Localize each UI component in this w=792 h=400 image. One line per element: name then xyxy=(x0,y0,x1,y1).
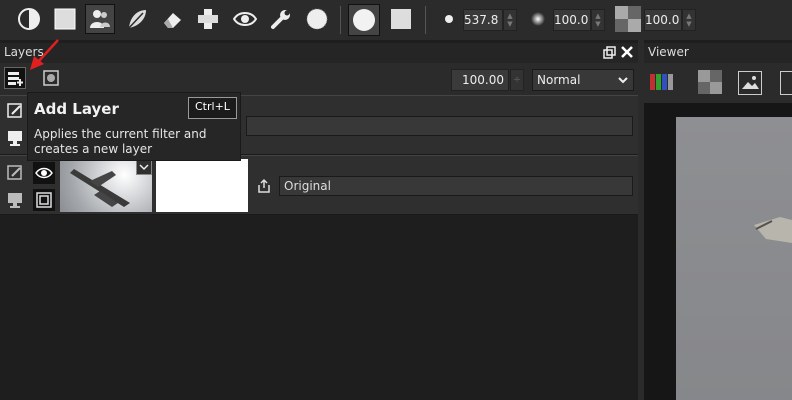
viewer-toolbar xyxy=(644,63,792,103)
close-icon[interactable] xyxy=(620,45,634,59)
layer-name-field[interactable]: Original xyxy=(279,176,633,196)
hardness-stepper[interactable]: ▲ ▼ xyxy=(591,9,605,31)
layer-opacity-stepper[interactable]: ÷ xyxy=(510,69,524,91)
layer-name-field[interactable] xyxy=(246,116,633,136)
tooltip-shortcut: Ctrl+L xyxy=(188,97,237,119)
visibility-eye-icon[interactable] xyxy=(33,162,55,184)
layers-panel-header: Layers xyxy=(0,43,638,63)
gray-square-icon[interactable] xyxy=(50,4,80,34)
chevron-down-icon[interactable] xyxy=(136,159,152,175)
feather-icon[interactable] xyxy=(122,4,152,34)
monitor-icon[interactable] xyxy=(4,127,26,149)
viewer-image[interactable] xyxy=(676,117,792,400)
chevron-down-icon xyxy=(617,74,629,86)
mask-icon[interactable] xyxy=(33,189,55,211)
toolbar-separator xyxy=(340,6,341,34)
export-icon[interactable] xyxy=(256,178,272,194)
edit-layer-icon[interactable] xyxy=(4,100,26,122)
edit-layer-icon[interactable] xyxy=(4,162,26,184)
brush-shape-circle-button[interactable] xyxy=(348,4,380,36)
people-icon[interactable] xyxy=(85,4,115,34)
layer-row-original[interactable]: Original xyxy=(0,155,638,215)
viewer-more-icon[interactable] xyxy=(780,71,792,95)
toolbar-separator xyxy=(425,6,426,34)
hardness-field[interactable]: 100.0 xyxy=(553,9,591,31)
dots-circle-icon[interactable] xyxy=(302,4,332,34)
eraser-icon[interactable] xyxy=(158,4,188,34)
brush-size-icon xyxy=(434,4,464,34)
contrast-icon[interactable] xyxy=(14,4,44,34)
opacity-checker-icon xyxy=(613,4,643,34)
monitor-icon[interactable] xyxy=(4,189,26,211)
layer-opacity-field[interactable]: 100.00 xyxy=(451,69,509,91)
add-layer-button[interactable] xyxy=(4,67,26,89)
tooltip-title: Add Layer xyxy=(34,100,119,118)
layer-mask-thumbnail[interactable] xyxy=(156,159,248,212)
wrench-icon[interactable] xyxy=(266,4,296,34)
eye-icon[interactable] xyxy=(230,4,260,34)
image-icon[interactable] xyxy=(738,71,762,95)
viewer-panel-header: Viewer xyxy=(644,43,792,63)
opacity-field[interactable]: 100.0 xyxy=(644,9,682,31)
annotation-arrow xyxy=(26,38,62,72)
blur-icon[interactable] xyxy=(193,4,223,34)
tooltip-description: Applies the current filter and creates a… xyxy=(34,127,207,156)
brush-size-stepper[interactable]: ▲ ▼ xyxy=(503,9,517,31)
viewer-panel-title: Viewer xyxy=(648,45,689,59)
top-toolbar: 537.8 ▲ ▼ 100.0 ▲ ▼ 100.0 ▲ ▼ xyxy=(0,0,792,40)
checkerboard-icon[interactable] xyxy=(698,70,722,94)
add-layer-tooltip: Add Layer Ctrl+L Applies the current fil… xyxy=(27,92,241,161)
brush-size-field[interactable]: 537.8 xyxy=(463,9,503,31)
layers-toolbar: 100.00 ÷ Normal xyxy=(0,63,638,95)
blend-mode-select[interactable]: Normal xyxy=(532,69,634,91)
brush-shape-square-button[interactable] xyxy=(386,4,416,34)
layer-thumbnail-image[interactable] xyxy=(60,159,152,212)
hardness-icon xyxy=(523,4,553,34)
opacity-stepper[interactable]: ▲ ▼ xyxy=(682,9,696,31)
rgb-channels-icon[interactable] xyxy=(650,72,674,92)
undock-icon[interactable] xyxy=(603,46,616,59)
blend-mode-value: Normal xyxy=(537,73,581,87)
